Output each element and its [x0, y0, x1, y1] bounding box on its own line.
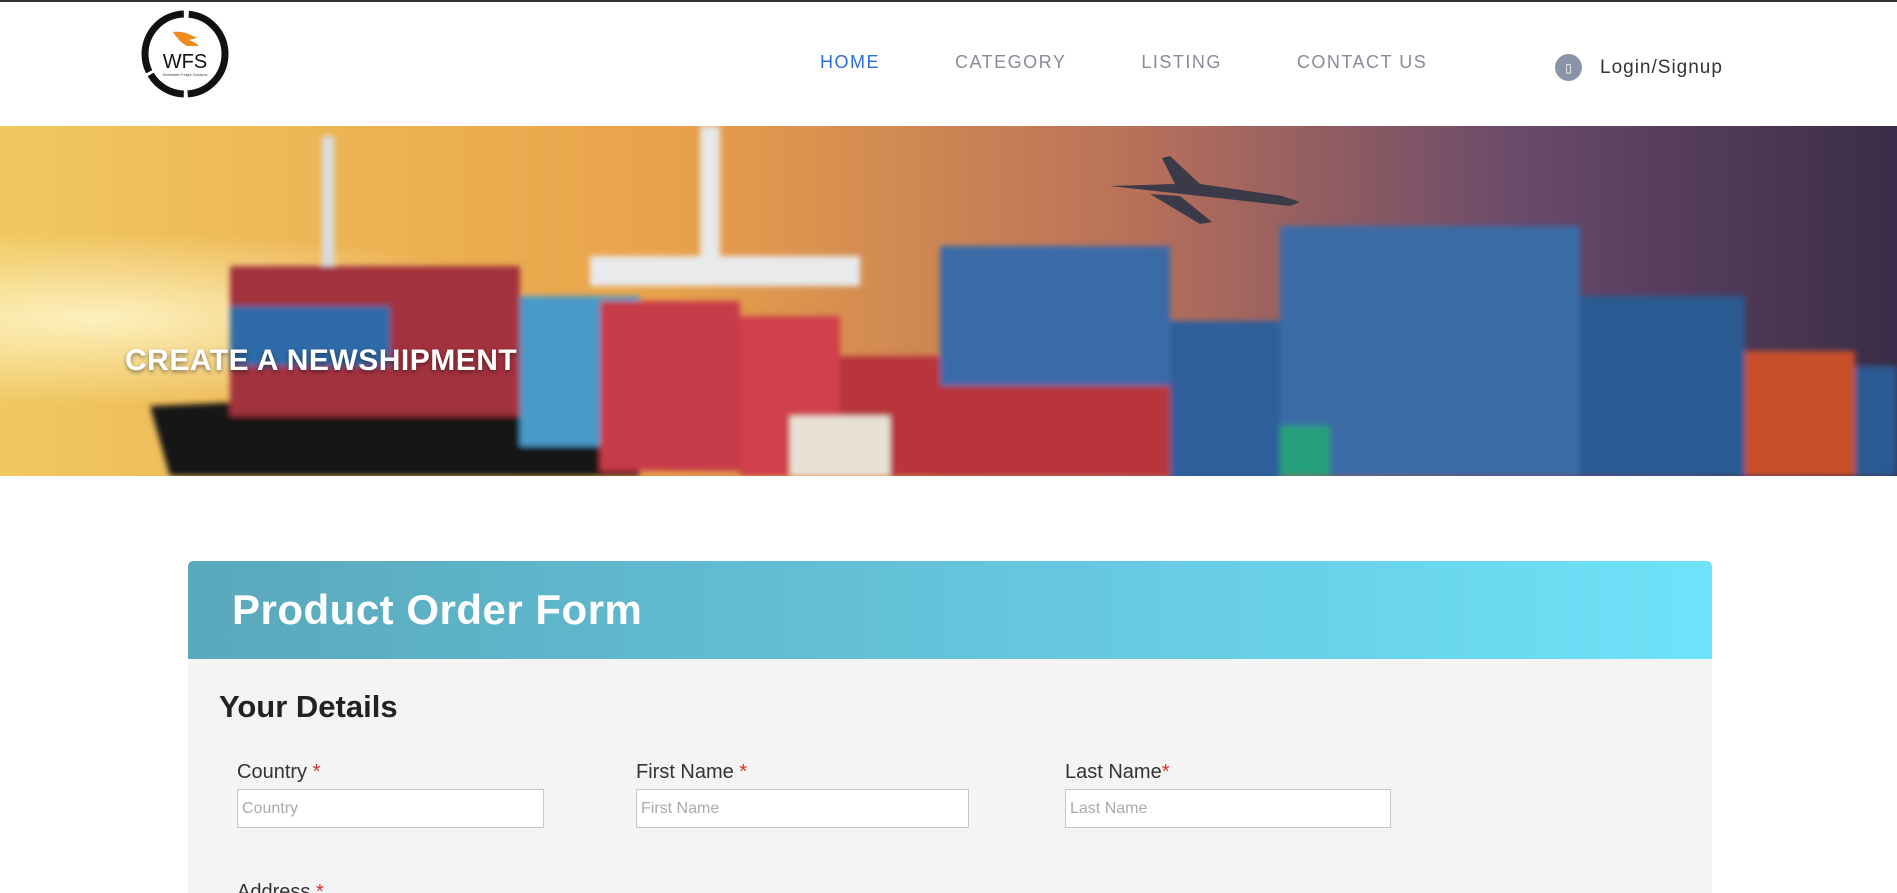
- form-header: Product Order Form: [188, 561, 1712, 659]
- order-form: Product Order Form Your Details Country …: [188, 561, 1712, 893]
- country-input[interactable]: [237, 789, 544, 828]
- section-title: Your Details: [219, 689, 398, 724]
- country-field-group: Country *: [237, 761, 544, 828]
- first-name-label: First Name *: [636, 761, 748, 783]
- required-marker: *: [739, 761, 748, 783]
- user-icon: ▯: [1555, 54, 1582, 81]
- site-header: WFS Worldwide Freight Solutions HOME CAT…: [0, 2, 1897, 126]
- login-signup-label: Login/Signup: [1600, 56, 1723, 78]
- last-name-input[interactable]: [1065, 789, 1391, 828]
- nav-category[interactable]: CATEGORY: [955, 52, 1066, 73]
- wing-icon: [173, 31, 199, 46]
- main-nav: HOME CATEGORY LISTING CONTACT US: [820, 52, 1427, 73]
- login-signup-link[interactable]: ▯ Login/Signup: [1555, 54, 1723, 81]
- address-field-group: Address *: [237, 881, 324, 893]
- country-label: Country *: [237, 761, 321, 783]
- last-name-field-group: Last Name*: [1065, 761, 1391, 828]
- required-marker: *: [1161, 761, 1170, 783]
- hero-banner: CREATE A NEWSHIPMENT: [0, 126, 1897, 476]
- first-name-field-group: First Name *: [636, 761, 969, 828]
- nav-contact-us[interactable]: CONTACT US: [1297, 52, 1427, 73]
- first-name-input[interactable]: [636, 789, 969, 828]
- wfs-logo-icon: WFS Worldwide Freight Solutions: [141, 10, 229, 98]
- hero-image: [0, 126, 1897, 476]
- required-marker: *: [315, 881, 324, 893]
- form-title: Product Order Form: [232, 586, 643, 633]
- site-logo[interactable]: WFS Worldwide Freight Solutions: [139, 8, 231, 100]
- svg-text:WFS: WFS: [163, 51, 207, 73]
- required-marker: *: [312, 761, 321, 783]
- last-name-label: Last Name*: [1065, 761, 1170, 783]
- nav-home[interactable]: HOME: [820, 52, 880, 73]
- hero-title: CREATE A NEWSHIPMENT: [125, 344, 518, 377]
- address-label: Address *: [237, 881, 324, 893]
- nav-listing[interactable]: LISTING: [1141, 52, 1222, 73]
- svg-text:Worldwide Freight Solutions: Worldwide Freight Solutions: [163, 73, 208, 77]
